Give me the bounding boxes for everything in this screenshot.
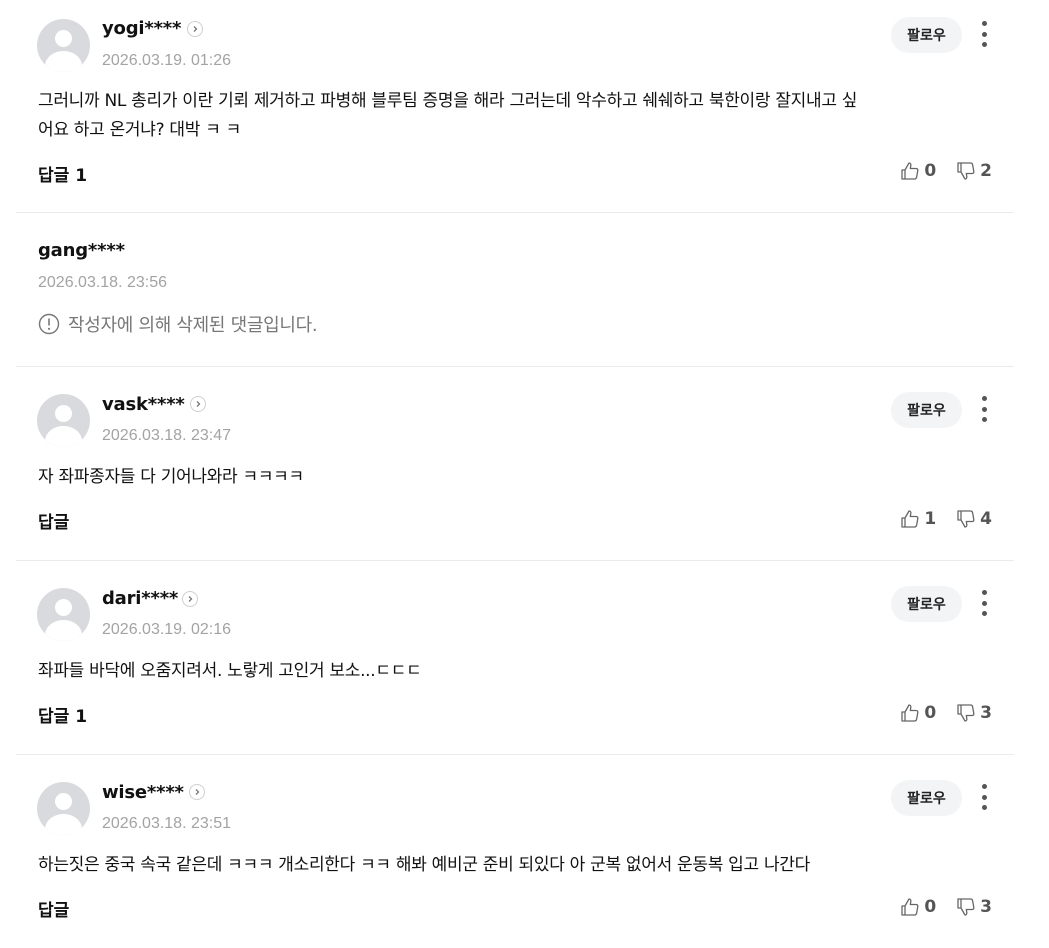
- vote-group: 0 3: [880, 701, 992, 725]
- avatar[interactable]: [37, 19, 90, 72]
- dislike-count: 2: [980, 161, 992, 181]
- profile-arrow-icon[interactable]: [189, 784, 205, 800]
- reply-count: 1: [75, 166, 88, 186]
- comment-item: wise**** 2026.03.18. 23:51 팔로우 하는짓은 중국 속…: [16, 755, 1014, 948]
- reply-label: 답글: [38, 901, 70, 921]
- like-count: 1: [924, 509, 937, 529]
- like-button[interactable]: 0: [900, 703, 936, 723]
- comment-text: 자 좌파종자들 다 기어나와라 ㅋㅋㅋㅋ: [38, 467, 304, 487]
- dislike-button[interactable]: 4: [956, 509, 992, 529]
- comment-nickname[interactable]: dari****: [102, 588, 178, 609]
- avatar[interactable]: [37, 782, 90, 835]
- avatar-head-icon: [55, 793, 72, 810]
- vote-group: 1 4: [880, 507, 992, 531]
- more-options-icon[interactable]: [980, 21, 988, 47]
- profile-arrow-icon[interactable]: [190, 396, 206, 412]
- like-count: 0: [924, 703, 937, 723]
- profile-arrow-icon[interactable]: [182, 591, 198, 607]
- avatar[interactable]: [37, 394, 90, 447]
- deleted-notice: 작성자에 의해 삭제된 댓글입니다.: [38, 311, 318, 337]
- comment-date: 2026.03.18. 23:51: [102, 815, 232, 832]
- dislike-button[interactable]: 2: [956, 161, 992, 181]
- more-options-icon[interactable]: [980, 396, 988, 422]
- comment-text-line: 그러니까 NL 총리가 이란 기뢰 제거하고 파병해 블루팀 증명을 해라 그러…: [38, 91, 858, 111]
- comment-date: 2026.03.19. 02:16: [102, 621, 232, 638]
- reply-label: 답글: [38, 513, 70, 533]
- like-count: 0: [924, 161, 937, 181]
- comment-item: dari**** 2026.03.19. 02:16 팔로우 좌파들 바닥에 오…: [16, 561, 1014, 755]
- avatar-head-icon: [55, 599, 72, 616]
- thumbs-down-icon: [957, 898, 975, 916]
- like-count: 0: [924, 897, 937, 917]
- thumbs-up-icon: [901, 704, 919, 722]
- dislike-button[interactable]: 3: [956, 703, 992, 723]
- comment-item-deleted: gang**** 2026.03.18. 23:56 작성자에 의해 삭제된 댓…: [16, 213, 1014, 367]
- comment-text: 좌파들 바닥에 오줌지려서. 노랗게 고인거 보소...ㄷㄷㄷ: [38, 661, 422, 681]
- comment-nickname[interactable]: yogi****: [102, 18, 181, 39]
- comment-text-line: 어요 하고 온거냐? 대박 ㅋ ㅋ: [38, 120, 241, 140]
- comment-date: 2026.03.18. 23:47: [102, 427, 232, 444]
- thumbs-down-icon: [957, 162, 975, 180]
- vote-group: 0 3: [880, 895, 992, 919]
- thumbs-up-icon: [901, 898, 919, 916]
- thumbs-up-icon: [901, 510, 919, 528]
- dislike-count: 3: [980, 703, 992, 723]
- like-button[interactable]: 1: [900, 509, 936, 529]
- comment-nickname[interactable]: wise****: [102, 782, 184, 803]
- comment-item: yogi**** 2026.03.19. 01:26 팔로우 그러니까 NL 총…: [16, 0, 1014, 213]
- reply-button[interactable]: 답글: [38, 896, 75, 921]
- more-options-icon[interactable]: [980, 590, 988, 616]
- reply-button[interactable]: 답글: [38, 508, 75, 533]
- thumbs-down-icon: [957, 704, 975, 722]
- more-options-icon[interactable]: [980, 784, 988, 810]
- follow-button[interactable]: 팔로우: [891, 780, 962, 816]
- dislike-count: 3: [980, 897, 992, 917]
- avatar-body-icon: [45, 426, 82, 447]
- reply-button[interactable]: 답글 1: [38, 702, 87, 727]
- reply-button[interactable]: 답글 1: [38, 161, 87, 186]
- avatar-body-icon: [45, 620, 82, 641]
- exclamation-circle-icon: [38, 313, 60, 335]
- avatar-body-icon: [45, 814, 82, 835]
- dislike-button[interactable]: 3: [956, 897, 992, 917]
- like-button[interactable]: 0: [900, 897, 936, 917]
- dislike-count: 4: [980, 509, 992, 529]
- reply-label: 답글: [38, 707, 70, 727]
- profile-arrow-icon[interactable]: [187, 21, 203, 37]
- comment-text: 하는짓은 중국 속국 같은데 ㅋㅋㅋ 개소리한다 ㅋㅋ 해봐 예비군 준비 되있…: [38, 855, 810, 875]
- comment-item: vask**** 2026.03.18. 23:47 팔로우 자 좌파종자들 다…: [16, 367, 1014, 561]
- comment-text: 그러니까 NL 총리가 이란 기뢰 제거하고 파병해 블루팀 증명을 해라 그러…: [38, 87, 973, 145]
- comment-nickname: gang****: [38, 240, 125, 261]
- avatar-head-icon: [55, 405, 72, 422]
- follow-button[interactable]: 팔로우: [891, 17, 962, 53]
- avatar-body-icon: [45, 51, 82, 72]
- like-button[interactable]: 0: [900, 161, 936, 181]
- follow-button[interactable]: 팔로우: [891, 392, 962, 428]
- thumbs-up-icon: [901, 162, 919, 180]
- reply-count: 1: [75, 707, 88, 727]
- comment-date: 2026.03.18. 23:56: [38, 274, 168, 291]
- comment-nickname[interactable]: vask****: [102, 394, 185, 415]
- avatar[interactable]: [37, 588, 90, 641]
- follow-button[interactable]: 팔로우: [891, 586, 962, 622]
- reply-label: 답글: [38, 166, 70, 186]
- avatar-head-icon: [55, 30, 72, 47]
- deleted-text: 작성자에 의해 삭제된 댓글입니다.: [68, 315, 318, 336]
- vote-group: 0 2: [880, 159, 992, 183]
- thumbs-down-icon: [957, 510, 975, 528]
- comment-date: 2026.03.19. 01:26: [102, 52, 232, 69]
